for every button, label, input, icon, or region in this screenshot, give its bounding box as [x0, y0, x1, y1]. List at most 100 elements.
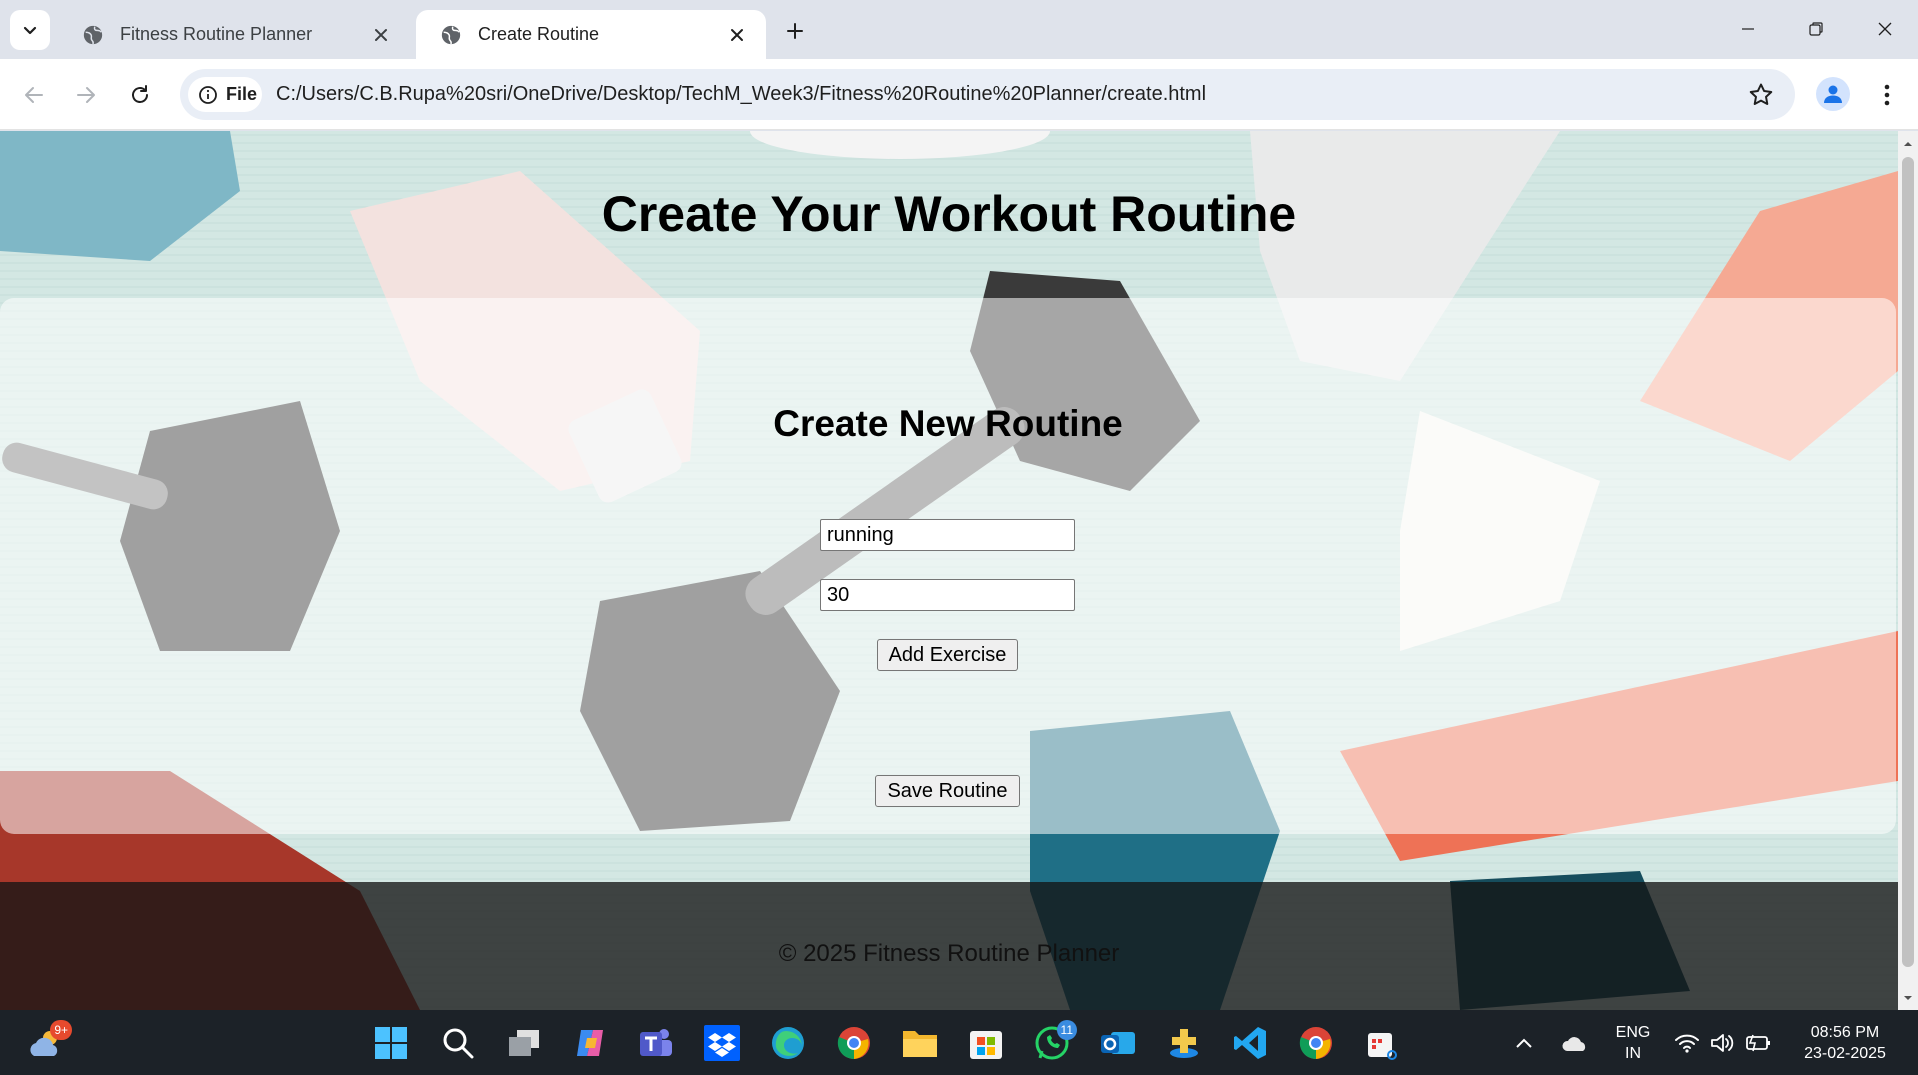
url-text: C:/Users/C.B.Rupa%20sri/OneDrive/Desktop…: [276, 83, 1207, 105]
tab-title: Create Routine: [478, 24, 600, 44]
chrome-app-1[interactable]: [835, 1024, 873, 1062]
windows-taskbar: 9+ 11 ENG IN 08:56 PM 23-02-2025: [0, 1010, 1918, 1075]
vscode-app[interactable]: [1231, 1024, 1269, 1062]
system-clock[interactable]: 08:56 PM 23-02-2025: [1790, 1022, 1900, 1064]
teams-app[interactable]: [637, 1024, 675, 1062]
forward-button[interactable]: [68, 77, 104, 113]
back-arrow-icon: [25, 87, 43, 103]
snipping-tool-app[interactable]: [1363, 1024, 1401, 1062]
weather-badge: 9+: [50, 1020, 72, 1040]
weather-widget[interactable]: 9+: [28, 1020, 72, 1062]
copilot-app[interactable]: [571, 1024, 609, 1062]
person-icon: [1824, 85, 1842, 103]
tab-title: Fitness Routine Planner: [120, 24, 313, 44]
browser-menu-button[interactable]: [1872, 77, 1902, 113]
folder-icon: [903, 1031, 937, 1057]
dropbox-app[interactable]: [703, 1024, 741, 1062]
minimize-button[interactable]: [1733, 14, 1763, 44]
volume-status[interactable]: [1708, 1024, 1738, 1062]
whatsapp-badge: 11: [1056, 1020, 1077, 1040]
tab-create-routine[interactable]: Create Routine: [416, 10, 766, 59]
minimize-icon: [1742, 28, 1754, 30]
tab-fitness-routine-planner[interactable]: Fitness Routine Planner: [58, 10, 410, 59]
medical-cross-icon: [1170, 1029, 1198, 1058]
wifi-status[interactable]: [1672, 1024, 1702, 1062]
search-icon: [443, 1028, 474, 1059]
page-footer: © 2025 Fitness Routine Planner: [0, 882, 1898, 1010]
task-view-icon: [509, 1030, 539, 1056]
vscode-icon: [1234, 1027, 1266, 1059]
clock-time: 08:56 PM: [1810, 1024, 1880, 1041]
site-info-chip[interactable]: File: [188, 77, 262, 112]
close-icon: [1878, 22, 1892, 36]
reload-button[interactable]: [122, 77, 158, 113]
globe-icon: [83, 25, 103, 44]
battery-charging-icon: [1746, 1034, 1770, 1052]
teams-icon: [640, 1029, 672, 1056]
battery-status[interactable]: [1744, 1024, 1774, 1062]
edge-app[interactable]: [769, 1024, 807, 1062]
close-window-button[interactable]: [1870, 14, 1900, 44]
tab-search-button[interactable]: [10, 10, 50, 50]
restore-button[interactable]: [1801, 14, 1831, 44]
scrollbar-thumb[interactable]: [1902, 157, 1914, 967]
tab-strip: Fitness Routine Planner Create Routine: [0, 0, 1918, 59]
snipping-icon: [1368, 1033, 1397, 1060]
close-tab-icon[interactable]: [370, 24, 392, 46]
add-exercise-button[interactable]: Add Exercise: [877, 639, 1018, 671]
exercise-name-input[interactable]: [820, 519, 1075, 551]
search-button[interactable]: [439, 1024, 477, 1062]
form-title: Create New Routine: [773, 403, 1123, 444]
scroll-down-icon[interactable]: [1903, 993, 1913, 1003]
routine-form-card: Create New Routine Add Exercise Save Rou…: [0, 298, 1896, 834]
start-button[interactable]: [372, 1024, 410, 1062]
speaker-icon: [1711, 1034, 1734, 1052]
dropbox-icon: [704, 1025, 740, 1061]
microsoft-store-app[interactable]: [967, 1024, 1005, 1062]
save-routine-button[interactable]: Save Routine: [875, 775, 1020, 807]
chevron-up-icon: [1516, 1038, 1532, 1048]
task-view-button[interactable]: [505, 1024, 543, 1062]
store-icon: [970, 1031, 1002, 1059]
new-tab-button[interactable]: [780, 16, 810, 46]
copilot-icon: [577, 1030, 603, 1056]
scroll-up-icon[interactable]: [1903, 139, 1913, 149]
page-title: Create Your Workout Routine: [601, 186, 1297, 242]
page-scrollbar[interactable]: [1898, 131, 1918, 1010]
bookmark-star-icon[interactable]: [1747, 81, 1775, 109]
chrome-icon: [837, 1027, 870, 1060]
footer-copyright: © 2025 Fitness Routine Planner: [778, 940, 1120, 967]
site-chip-label: File: [226, 84, 258, 104]
back-button[interactable]: [16, 77, 52, 113]
more-vert-icon: [1884, 84, 1890, 106]
address-bar[interactable]: File C:/Users/C.B.Rupa%20sri/OneDrive/De…: [180, 69, 1795, 120]
outlook-icon: [1101, 1032, 1135, 1054]
restore-icon: [1809, 22, 1823, 36]
language-label: ENG: [1615, 1024, 1651, 1041]
windows-logo-icon: [375, 1027, 407, 1059]
show-hidden-icons-button[interactable]: [1508, 1024, 1540, 1062]
whatsapp-app[interactable]: 11: [1033, 1020, 1077, 1062]
outlook-app[interactable]: [1099, 1024, 1137, 1062]
reload-icon: [132, 85, 148, 103]
close-tab-icon[interactable]: [726, 24, 748, 46]
medical-app[interactable]: [1165, 1024, 1203, 1062]
region-label: IN: [1625, 1045, 1641, 1062]
wifi-icon: [1675, 1034, 1699, 1053]
file-explorer-app[interactable]: [901, 1024, 939, 1062]
chevron-down-icon: [23, 26, 37, 35]
onedrive-status[interactable]: [1557, 1024, 1593, 1062]
input-language[interactable]: ENG IN: [1608, 1022, 1658, 1064]
info-icon: [199, 85, 217, 104]
browser-toolbar: File C:/Users/C.B.Rupa%20sri/OneDrive/De…: [0, 59, 1918, 130]
globe-icon: [441, 25, 461, 44]
duration-input[interactable]: [820, 579, 1075, 611]
clock-date: 23-02-2025: [1804, 1045, 1886, 1062]
onedrive-cloud-icon: [1562, 1037, 1586, 1051]
profile-avatar[interactable]: [1816, 77, 1850, 111]
edge-icon: [772, 1027, 804, 1059]
plus-icon: [787, 23, 803, 39]
chrome-app-2[interactable]: [1297, 1024, 1335, 1062]
page-viewport: Create Your Workout Routine Create New R…: [0, 131, 1918, 1010]
forward-arrow-icon: [77, 87, 95, 103]
